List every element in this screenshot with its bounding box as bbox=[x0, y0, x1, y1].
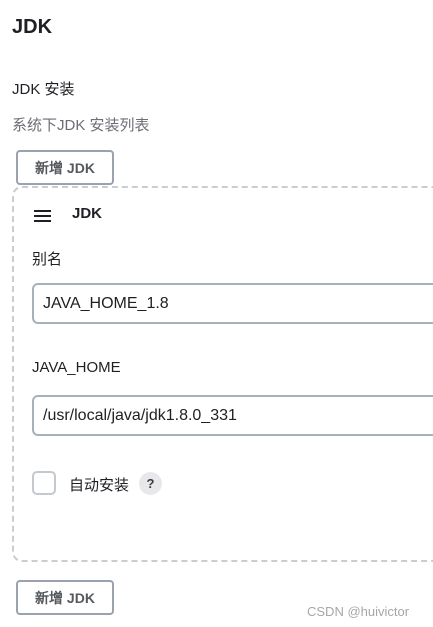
add-jdk-button-top[interactable]: 新增 JDK bbox=[16, 150, 114, 185]
add-jdk-button-bottom[interactable]: 新增 JDK bbox=[16, 580, 114, 615]
page-title: JDK bbox=[12, 16, 53, 38]
help-icon[interactable]: ? bbox=[139, 472, 162, 495]
jdk-install-description: 系统下JDK 安装列表 bbox=[12, 117, 150, 134]
alias-label: 别名 bbox=[32, 251, 63, 268]
card-title: JDK bbox=[72, 205, 103, 222]
java-home-input[interactable] bbox=[32, 395, 433, 436]
watermark: CSDN @huivictor bbox=[307, 604, 410, 619]
alias-input[interactable] bbox=[32, 283, 433, 324]
auto-install-label: 自动安装 bbox=[69, 477, 130, 494]
java-home-label: JAVA_HOME bbox=[32, 359, 121, 376]
auto-install-checkbox[interactable] bbox=[32, 471, 56, 495]
drag-handle-icon[interactable] bbox=[34, 210, 51, 222]
jdk-install-heading: JDK 安装 bbox=[12, 81, 75, 98]
